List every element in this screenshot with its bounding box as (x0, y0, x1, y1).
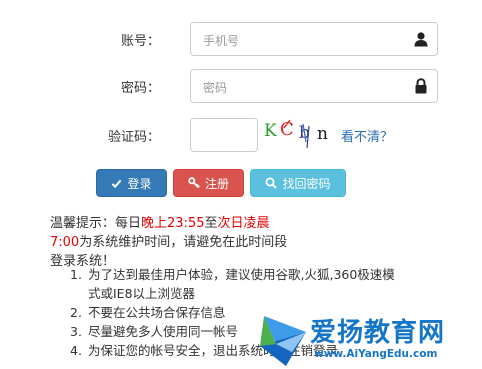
captcha-image[interactable]: K C b n (262, 114, 334, 152)
captcha-input[interactable] (190, 118, 258, 152)
notice-middle: 至 (204, 216, 218, 231)
svg-text:K: K (264, 121, 277, 141)
account-placeholder: 手机号 (203, 34, 240, 48)
lock-icon (413, 78, 429, 94)
account-row: 账号： 手机号 (0, 22, 482, 56)
login-button[interactable]: 登录 (96, 169, 167, 197)
forgot-password-button[interactable]: 找回密码 (250, 169, 346, 197)
password-input[interactable]: 密码 (190, 69, 438, 103)
captcha-refresh-link[interactable]: 看不清？ (341, 126, 393, 145)
watermark-emblem-icon (260, 316, 306, 366)
watermark-logo: 爱扬教育网 www.AiYangEdu.com (256, 308, 482, 369)
check-icon (112, 179, 122, 188)
account-label: 账号： (120, 34, 160, 49)
key-icon (188, 177, 200, 189)
register-button[interactable]: 注册 (173, 169, 244, 197)
maintenance-notice: 温馨提示：每日晚上23:55至次日凌晨7:00为系统维护时间，请避免在此时间段登… (50, 214, 290, 271)
svg-text:C: C (280, 119, 294, 140)
forgot-password-button-label: 找回密码 (282, 176, 331, 191)
user-icon (413, 31, 429, 47)
password-row: 密码： 密码 (0, 69, 482, 103)
account-input[interactable]: 手机号 (190, 22, 438, 56)
watermark-url: www.AiYangEdu.com (314, 348, 438, 360)
password-placeholder: 密码 (203, 81, 228, 95)
notice-prefix: 温馨提示：每日 (50, 216, 142, 231)
password-label: 密码： (120, 81, 160, 96)
list-item: 1. 为了达到最佳用户体验，建议使用谷歌,火狐,360极速模式或IE8以上浏览器 (70, 267, 395, 301)
watermark-title: 爱扬教育网 (310, 318, 446, 348)
search-icon (265, 177, 278, 189)
register-button-label: 注册 (204, 176, 229, 191)
captcha-label: 验证码： (107, 130, 160, 145)
notice-start-time: 晚上23:55 (141, 216, 205, 231)
login-button-label: 登录 (127, 176, 152, 191)
notice-suffix: 为系统维护时间，请避免在此时间段登录系统！ (50, 235, 288, 269)
svg-text:n: n (317, 124, 328, 144)
captcha-row: 验证码： K C b n 看不清？ (0, 118, 482, 152)
